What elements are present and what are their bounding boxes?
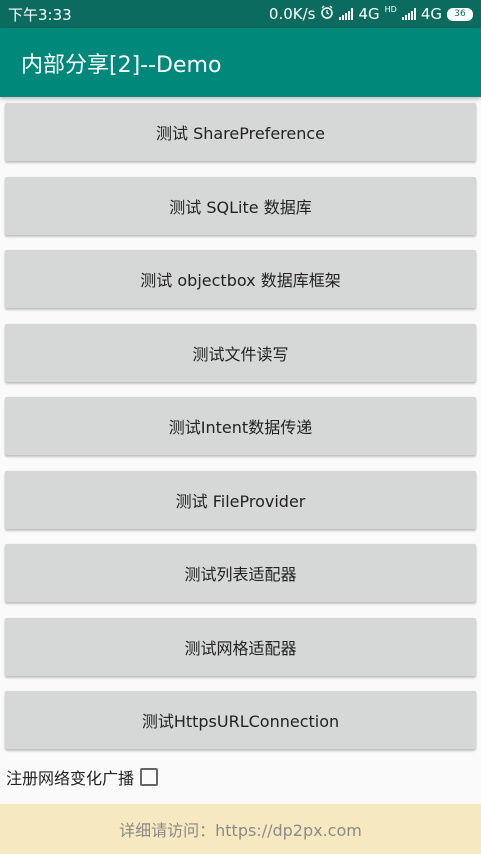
signal-strength-icon-2 — [401, 8, 416, 20]
status-bar: 下午3:33 0.0K/s 4G HD 4G 36 — [0, 0, 481, 28]
register-network-broadcast-row[interactable]: 注册网络变化广播 — [6, 764, 159, 790]
network-type-label-2: 4G — [420, 5, 442, 23]
test-file-io-button[interactable]: 测试文件读写 — [5, 324, 476, 382]
register-network-broadcast-label: 注册网络变化广播 — [6, 769, 135, 788]
footer-banner: 详细请访问：https://dp2px.com — [0, 804, 481, 854]
network-speed: 0.0K/s — [268, 5, 316, 23]
footer-text: 详细请访问：https://dp2px.com — [119, 821, 362, 840]
test-httpsurlconnection-button[interactable]: 测试HttpsURLConnection — [5, 691, 476, 749]
status-time: 下午3:33 — [8, 5, 72, 24]
test-objectbox-button[interactable]: 测试 objectbox 数据库框架 — [5, 250, 476, 308]
battery-level: 36 — [454, 8, 466, 19]
app-bar: 内部分享[2]--Demo — [0, 28, 481, 97]
alarm-icon — [320, 5, 334, 23]
network-type-label: 4G — [358, 5, 380, 23]
hd-badge: HD — [384, 4, 397, 14]
app-title: 内部分享[2]--Demo — [21, 52, 222, 78]
battery-icon: 36 — [447, 7, 473, 21]
signal-strength-icon — [339, 8, 354, 20]
test-sqlite-button[interactable]: 测试 SQLite 数据库 — [5, 177, 476, 235]
test-sharepreference-button[interactable]: 测试 SharePreference — [5, 103, 476, 161]
test-fileprovider-button[interactable]: 测试 FileProvider — [5, 471, 476, 529]
test-grid-adapter-button[interactable]: 测试网格适配器 — [5, 618, 476, 676]
test-list-adapter-button[interactable]: 测试列表适配器 — [5, 544, 476, 602]
test-intent-button[interactable]: 测试Intent数据传递 — [5, 397, 476, 455]
status-indicators: 0.0K/s 4G HD 4G 36 — [269, 5, 473, 23]
register-network-broadcast-checkbox[interactable] — [140, 768, 159, 786]
